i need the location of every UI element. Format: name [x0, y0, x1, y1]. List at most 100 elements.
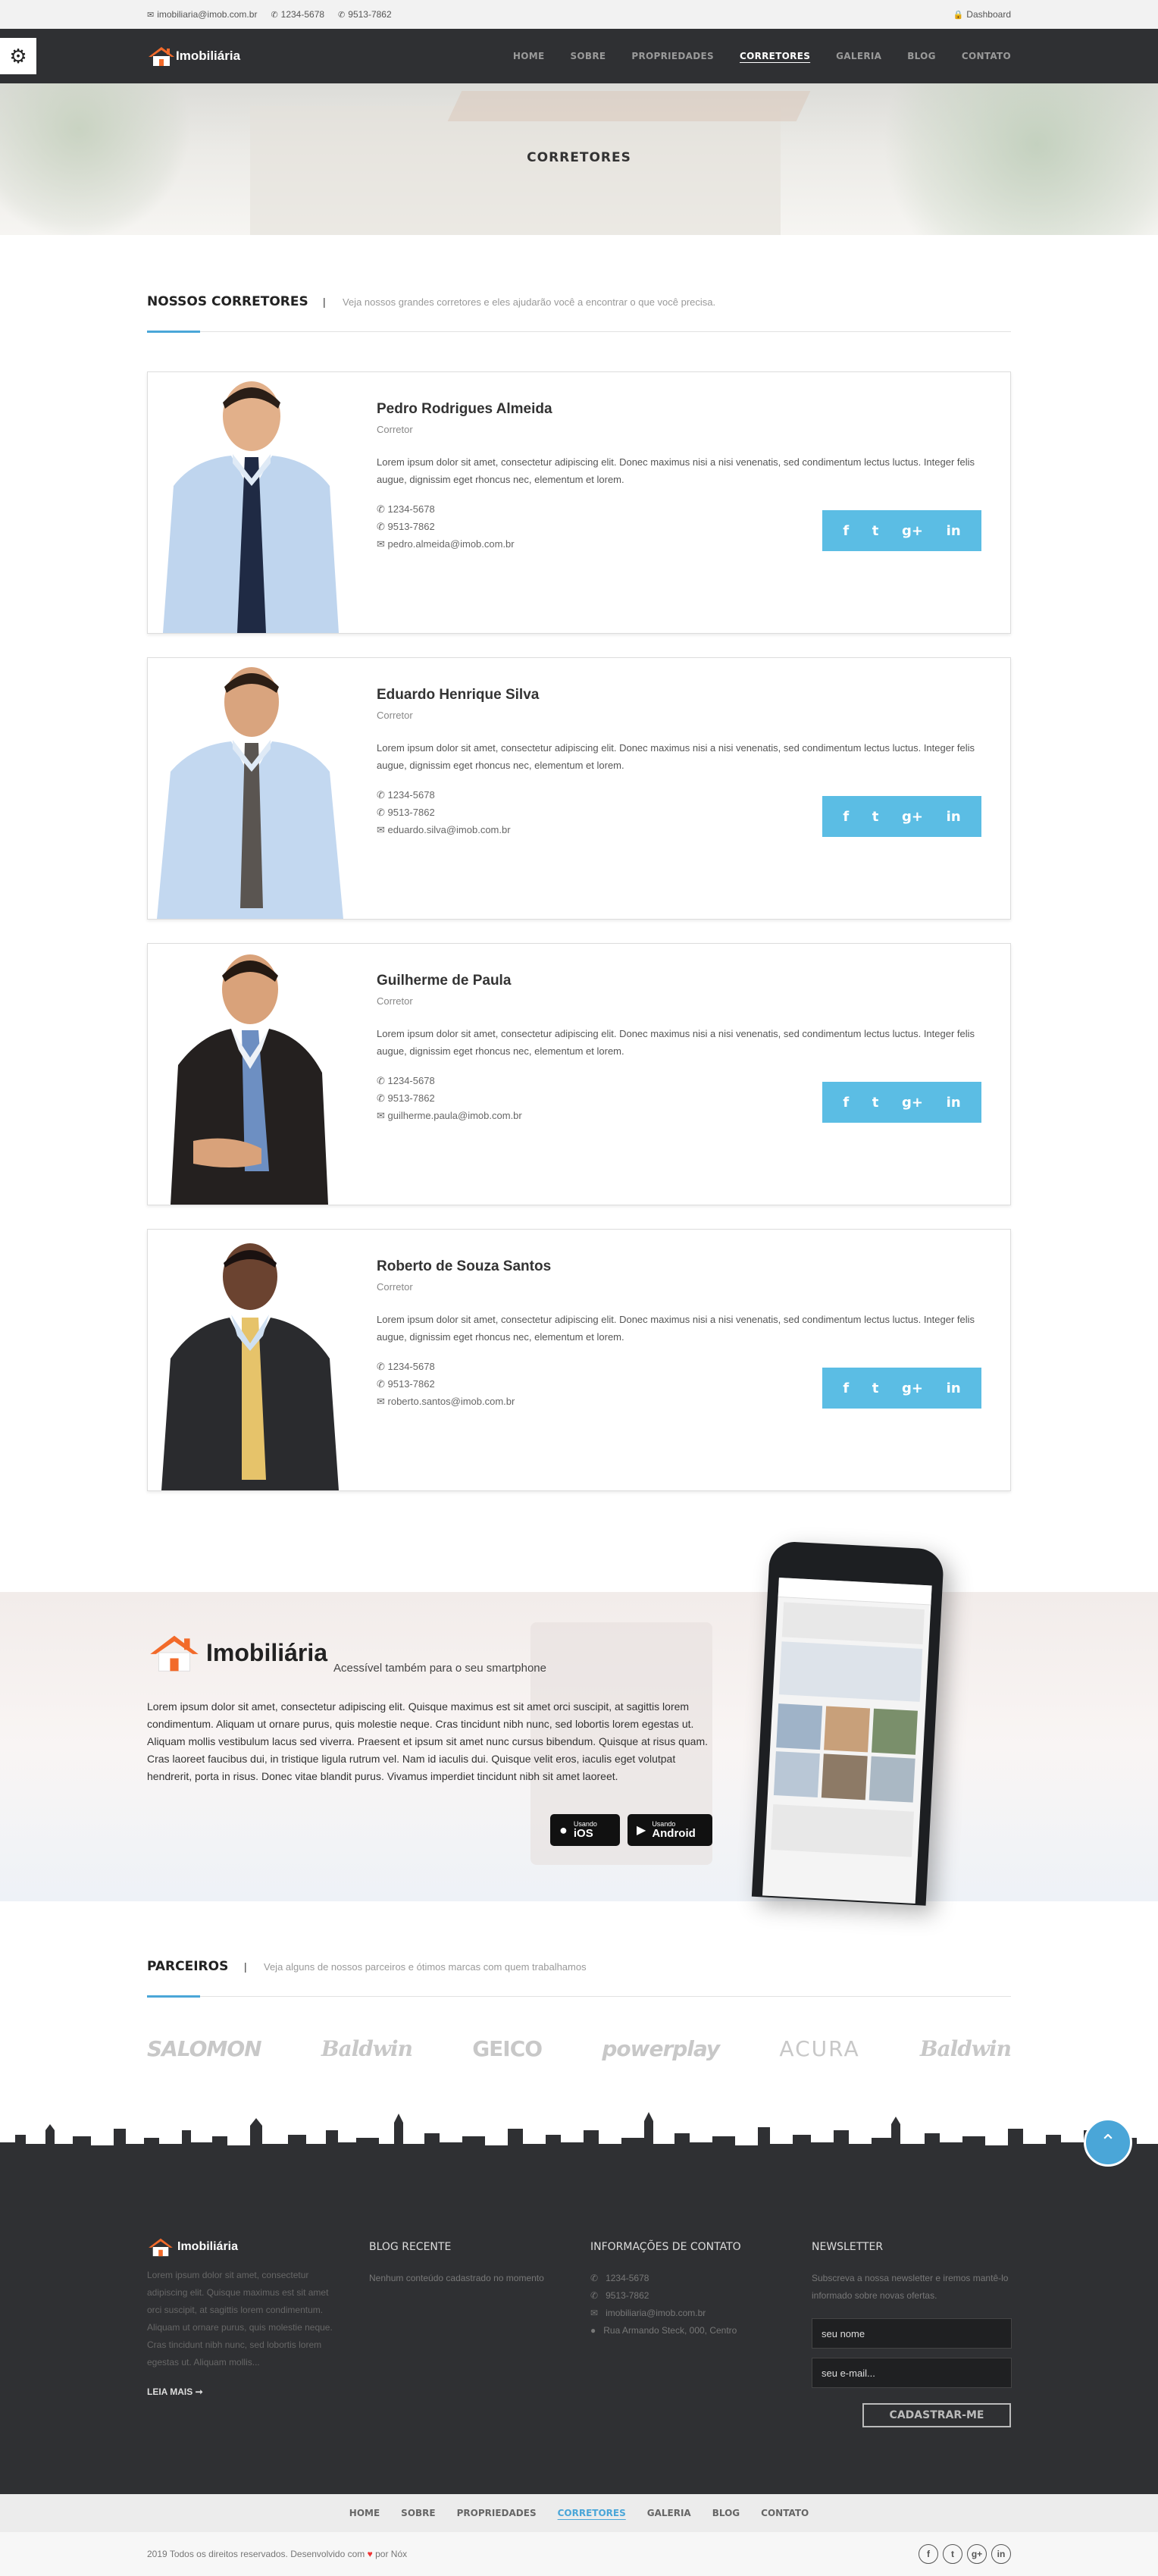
- envelope-icon: ✉: [377, 1110, 388, 1121]
- footer-nav-home[interactable]: HOME: [349, 2508, 380, 2518]
- partner-logos: SALOMON Baldwin GEICO powerplay ACURA Ba…: [147, 2036, 1012, 2061]
- agent-photo: [148, 944, 352, 1205]
- footer-contact-email[interactable]: ✉ imobiliaria@imob.com.br: [590, 2305, 780, 2322]
- googleplus-icon[interactable]: g+: [902, 1095, 923, 1111]
- smartphone-mockup: [751, 1540, 945, 1906]
- facebook-icon[interactable]: f: [919, 2544, 938, 2564]
- agents-subtitle: Veja nossos grandes corretores e eles aj…: [343, 296, 716, 308]
- linkedin-icon[interactable]: in: [947, 1380, 961, 1396]
- googleplus-icon[interactable]: g+: [902, 523, 923, 539]
- linkedin-icon[interactable]: in: [947, 809, 961, 825]
- nav-home[interactable]: HOME: [513, 51, 545, 61]
- house-logo-icon: [150, 1635, 199, 1672]
- phone-screen: [762, 1577, 932, 1904]
- read-more-link[interactable]: LEIA MAIS ➞: [147, 2386, 336, 2397]
- heading-accent-bar: [147, 331, 200, 333]
- partner-logo[interactable]: Baldwin: [920, 2036, 1012, 2061]
- promo-logo: Imobiliária: [147, 1631, 327, 1674]
- twitter-icon[interactable]: t: [943, 2544, 962, 2564]
- agent-name[interactable]: Pedro Rodrigues Almeida: [377, 401, 998, 418]
- ios-store-button[interactable]: ● Usando iOS: [550, 1814, 620, 1846]
- hero-roof-image: [447, 91, 811, 121]
- facebook-icon[interactable]: f: [843, 809, 849, 825]
- agents-section-heading: NOSSOS CORRETORES | Veja nossos grandes …: [147, 294, 1011, 333]
- android-store-button[interactable]: ▶ Usando Android: [628, 1814, 712, 1846]
- partner-logo[interactable]: SALOMON: [147, 2036, 262, 2061]
- facebook-icon[interactable]: f: [843, 1095, 849, 1111]
- agent-role: Corretor: [377, 710, 413, 721]
- site-logo[interactable]: Imobiliária: [147, 42, 240, 70]
- googleplus-icon[interactable]: g+: [902, 809, 923, 825]
- settings-gear-icon[interactable]: ⚙: [0, 38, 36, 74]
- envelope-icon: ✉: [377, 824, 388, 835]
- topbar-phone2: ✆ 9513-7862: [338, 9, 392, 20]
- topbar-email[interactable]: ✉ imobiliaria@imob.com.br: [147, 9, 257, 20]
- nav-propriedades[interactable]: PROPRIEDADES: [631, 51, 714, 61]
- agent-card: Pedro Rodrigues Almeida Corretor Lorem i…: [147, 371, 1011, 634]
- phone-icon: ✆: [377, 807, 388, 818]
- subscribe-button[interactable]: CADASTRAR-ME: [862, 2403, 1011, 2427]
- facebook-icon[interactable]: f: [843, 523, 849, 539]
- footer-nav-contato[interactable]: CONTATO: [761, 2508, 809, 2518]
- heading-accent-bar: [147, 1995, 200, 1998]
- twitter-icon[interactable]: t: [872, 809, 879, 825]
- heading-separator: |: [323, 296, 326, 308]
- facebook-icon[interactable]: f: [843, 1380, 849, 1396]
- twitter-icon[interactable]: t: [872, 1095, 879, 1111]
- nav-sobre[interactable]: SOBRE: [570, 51, 606, 61]
- footer-nav-propriedades[interactable]: PROPRIEDADES: [457, 2508, 537, 2518]
- googleplus-icon[interactable]: g+: [902, 1380, 923, 1396]
- footer-nav-blog[interactable]: BLOG: [712, 2508, 740, 2518]
- footer-contact-phone2: ✆ 9513-7862: [590, 2290, 649, 2301]
- developer-link[interactable]: por Nóx: [375, 2549, 407, 2559]
- footer-nav-galeria[interactable]: GALERIA: [647, 2508, 691, 2518]
- partner-logo[interactable]: ACURA: [779, 2036, 859, 2061]
- nav-corretores[interactable]: CORRETORES: [740, 51, 810, 61]
- page-title: CORRETORES: [527, 150, 631, 165]
- chevron-up-icon: ⌃: [1100, 2130, 1116, 2153]
- partner-logo[interactable]: Baldwin: [321, 2036, 413, 2061]
- agent-name[interactable]: Guilherme de Paula: [377, 973, 998, 989]
- agent-photo: [148, 1230, 352, 1490]
- newsletter-email-input[interactable]: seu e-mail...: [812, 2358, 1012, 2388]
- house-logo-icon: [149, 47, 174, 66]
- agents-title: NOSSOS CORRETORES: [147, 294, 308, 309]
- copyright-bar: 2019 Todos os direitos reservados. Desen…: [0, 2532, 1158, 2576]
- phone-icon: ✆: [338, 11, 346, 20]
- googleplus-icon[interactable]: g+: [967, 2544, 987, 2564]
- top-bar: ✉ imobiliaria@imob.com.br ✆ 1234-5678 ✆ 951…: [0, 0, 1158, 29]
- agent-description: Lorem ipsum dolor sit amet, consectetur …: [377, 1314, 975, 1343]
- promo-logo-text: Imobiliária: [206, 1638, 328, 1666]
- footer-blog-column: BLOG RECENTE Nenhum conteúdo cadastrado …: [369, 2241, 559, 2287]
- nav-contato[interactable]: CONTATO: [962, 51, 1011, 61]
- nav-blog[interactable]: BLOG: [907, 51, 936, 61]
- envelope-icon: ✉: [590, 2308, 606, 2318]
- agent-description: Lorem ipsum dolor sit amet, consectetur …: [377, 742, 975, 771]
- phone-icon: ✆: [590, 2273, 606, 2283]
- envelope-icon: ✉: [147, 11, 155, 20]
- partner-logo[interactable]: powerplay: [602, 2036, 720, 2061]
- footer-newsletter-text: Subscreva a nossa newsletter e iremos ma…: [812, 2273, 1009, 2301]
- agent-name[interactable]: Roberto de Souza Santos: [377, 1258, 998, 1275]
- agent-name[interactable]: Eduardo Henrique Silva: [377, 687, 998, 704]
- dashboard-link[interactable]: 🔒 Dashboard: [953, 9, 1011, 20]
- nav-galeria[interactable]: GALERIA: [836, 51, 881, 61]
- footer-newsletter-title: NEWSLETTER: [812, 2241, 884, 2253]
- newsletter-name-input[interactable]: seu nome: [812, 2318, 1012, 2349]
- footer-logo[interactable]: Imobiliária: [147, 2236, 336, 2258]
- linkedin-icon[interactable]: in: [947, 1095, 961, 1111]
- agent-social-links: f t g+ in: [822, 796, 981, 837]
- footer-nav-sobre[interactable]: SOBRE: [401, 2508, 435, 2518]
- house-logo-icon: [149, 2238, 173, 2257]
- linkedin-icon[interactable]: in: [947, 523, 961, 539]
- back-to-top-button[interactable]: ⌃: [1084, 2118, 1132, 2167]
- twitter-icon[interactable]: t: [872, 523, 879, 539]
- twitter-icon[interactable]: t: [872, 1380, 879, 1396]
- linkedin-icon[interactable]: in: [991, 2544, 1011, 2564]
- partner-logo[interactable]: GEICO: [472, 2036, 543, 2061]
- footer-nav: HOME SOBRE PROPRIEDADES CORRETORES GALER…: [0, 2494, 1158, 2532]
- footer-nav-corretores[interactable]: CORRETORES: [558, 2508, 626, 2518]
- phone-icon: ✆: [377, 503, 388, 515]
- promo-tagline: Acessível também para o seu smartphone: [333, 1662, 546, 1675]
- footer-about-text: Lorem ipsum dolor sit amet, consectetur …: [147, 2270, 333, 2368]
